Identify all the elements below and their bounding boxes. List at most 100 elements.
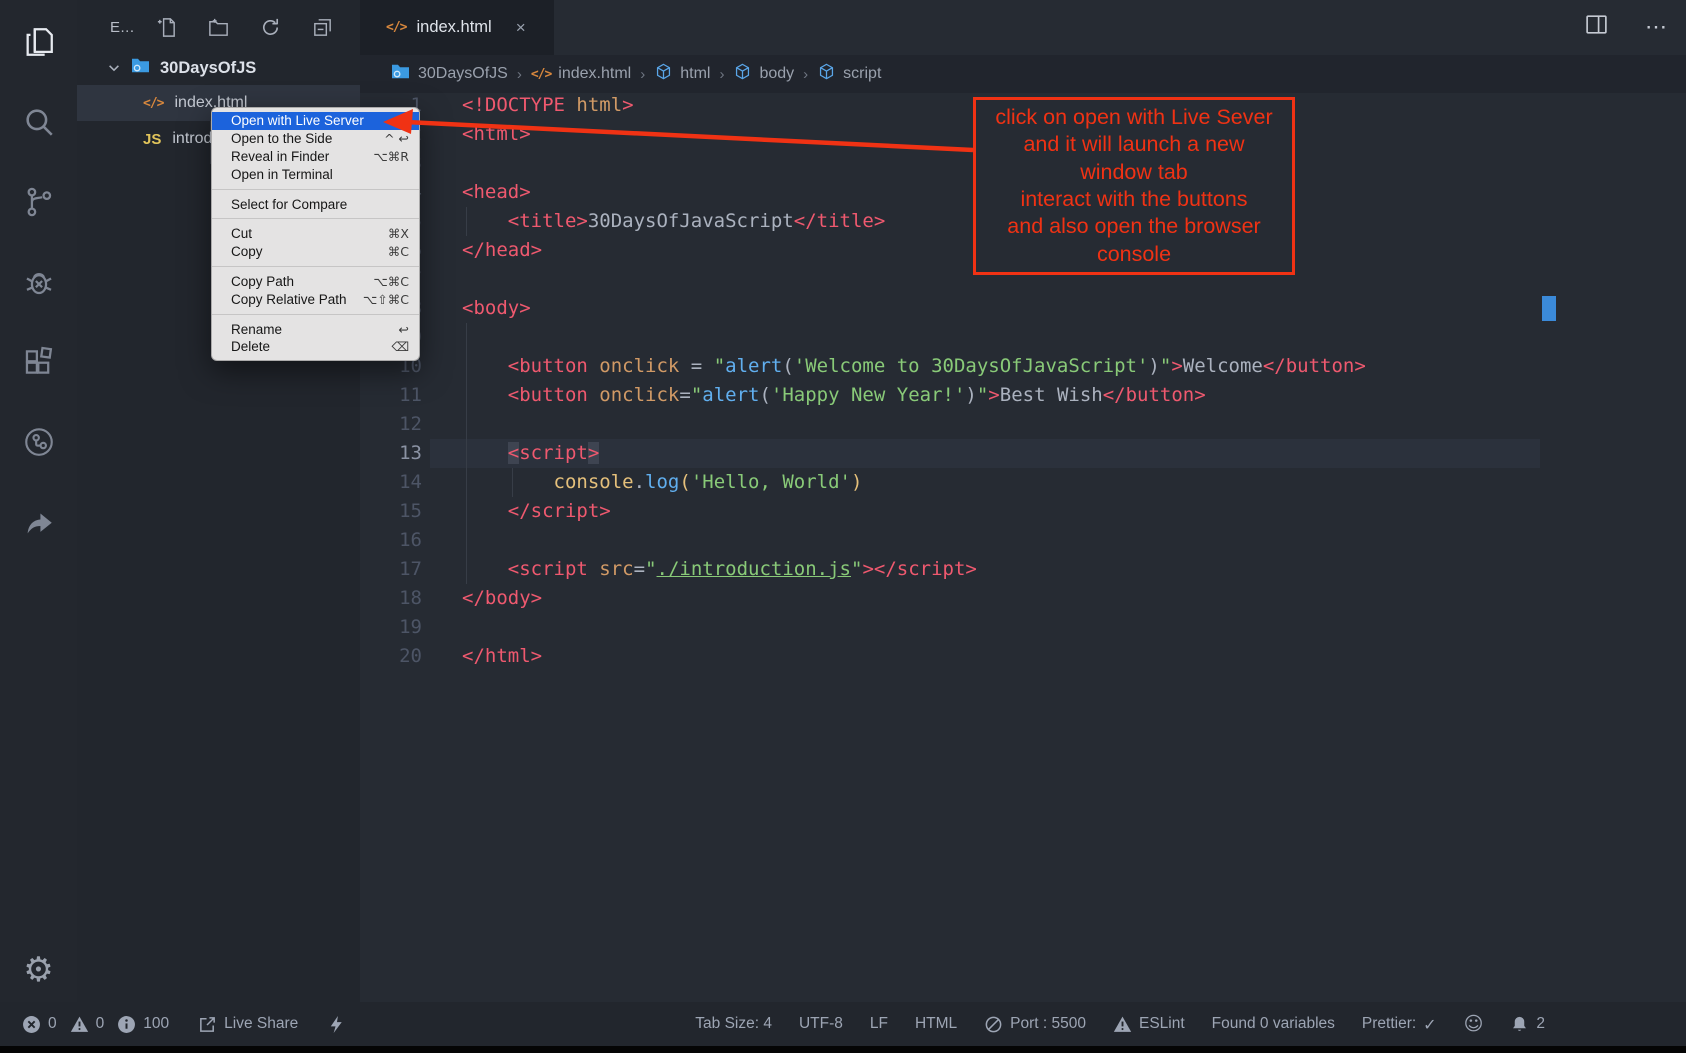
bell-icon bbox=[1510, 1015, 1529, 1034]
run-debug-icon[interactable] bbox=[0, 252, 77, 312]
status-live-share[interactable]: Live Share bbox=[198, 1015, 298, 1034]
tab-close-icon[interactable]: × bbox=[516, 18, 526, 38]
status-warnings-count[interactable]: 0 bbox=[70, 1015, 105, 1034]
status-info-count[interactable]: 100 bbox=[117, 1015, 169, 1034]
refresh-icon[interactable] bbox=[259, 16, 282, 39]
breadcrumb-file[interactable]: </> index.html bbox=[531, 65, 631, 83]
menu-item-open-with-live-server[interactable]: Open with Live Server bbox=[212, 112, 419, 130]
bolt-icon bbox=[327, 1015, 346, 1034]
status-label: 0 bbox=[48, 1015, 57, 1033]
breadcrumb: 30DaysOfJS › </> index.html › html › bod… bbox=[360, 55, 1686, 93]
line-number: 14 bbox=[360, 468, 422, 497]
line-number: 13 bbox=[360, 439, 422, 468]
status-notifications[interactable]: 2 bbox=[1510, 1015, 1545, 1034]
line-number: 15 bbox=[360, 497, 422, 526]
folder-icon bbox=[390, 63, 411, 85]
menu-item-open-in-terminal[interactable]: Open in Terminal bbox=[212, 165, 419, 183]
new-file-icon[interactable] bbox=[155, 16, 178, 39]
menu-item-delete[interactable]: Delete⌫ bbox=[212, 338, 419, 356]
code-line-9[interactable]: 9 bbox=[360, 323, 1686, 352]
menu-item-select-for-compare[interactable]: Select for Compare bbox=[212, 195, 419, 213]
menu-item-copy-relative-path[interactable]: Copy Relative Path⌥⇧⌘C bbox=[212, 290, 419, 308]
status-label: 100 bbox=[143, 1015, 169, 1033]
explorer-header: E... bbox=[77, 0, 360, 51]
code-line-16[interactable]: 16 bbox=[360, 526, 1686, 555]
warning-icon bbox=[70, 1015, 89, 1034]
tab-bar: </> index.html × ⋯ bbox=[360, 0, 1686, 55]
workspace-label: 30DaysOfJS bbox=[160, 59, 256, 78]
breadcrumb-folder[interactable]: 30DaysOfJS bbox=[390, 63, 508, 85]
code-line-17[interactable]: 17 <script src="./introduction.js"></scr… bbox=[360, 555, 1686, 584]
code-line-12[interactable]: 12 bbox=[360, 410, 1686, 439]
breadcrumb-separator: › bbox=[719, 66, 724, 83]
line-number: 11 bbox=[360, 381, 422, 410]
status-eol[interactable]: LF bbox=[870, 1015, 888, 1033]
code-line-18[interactable]: 18</body> bbox=[360, 584, 1686, 613]
smiley-icon: ☺ bbox=[1464, 1013, 1484, 1035]
status-label: HTML bbox=[915, 1015, 957, 1033]
indent-guide bbox=[466, 526, 467, 555]
status-errors-count[interactable]: 0 bbox=[22, 1015, 57, 1034]
line-content: <script src="./introduction.js"></script… bbox=[422, 555, 977, 584]
menu-item-open-to-the-side[interactable]: Open to the Side^ ↩ bbox=[212, 130, 419, 148]
menu-item-copy[interactable]: Copy ⌘C bbox=[212, 243, 419, 261]
symbol-cube-icon bbox=[817, 62, 836, 86]
code-line-10[interactable]: 10 <button onclick = "alert('Welcome to … bbox=[360, 352, 1686, 381]
status-live-server-port[interactable]: Port : 5500 bbox=[984, 1015, 1086, 1034]
explorer-icon[interactable] bbox=[0, 12, 77, 72]
status-prettier[interactable]: Prettier:✓ bbox=[1362, 1015, 1437, 1034]
line-content: console.log('Hello, World') bbox=[422, 468, 862, 497]
code-line-14[interactable]: 14 console.log('Hello, World') bbox=[360, 468, 1686, 497]
status-feedback-smiley[interactable]: ☺ bbox=[1464, 1013, 1484, 1035]
breadcrumb-symbol-body[interactable]: body bbox=[733, 62, 794, 86]
menu-item-rename[interactable]: Rename↩ bbox=[212, 320, 419, 338]
symbol-cube-icon bbox=[733, 62, 752, 86]
status-label: Live Share bbox=[224, 1015, 298, 1033]
collapse-all-icon[interactable] bbox=[311, 16, 334, 39]
tab-label: index.html bbox=[416, 18, 491, 37]
line-number: 12 bbox=[360, 410, 422, 439]
menu-item-copy-path[interactable]: Copy Path⌥⌘C bbox=[212, 273, 419, 291]
code-line-19[interactable]: 19 bbox=[360, 613, 1686, 642]
breadcrumb-symbol-script[interactable]: script bbox=[817, 62, 881, 86]
code-line-8[interactable]: 8<body> bbox=[360, 294, 1686, 323]
menu-item-reveal-in-finder[interactable]: Reveal in Finder⌥⌘R bbox=[212, 148, 419, 166]
live-share-icon[interactable] bbox=[0, 412, 77, 472]
menu-item-cut[interactable]: Cut⌘X bbox=[212, 225, 419, 243]
status-tab-size[interactable]: Tab Size: 4 bbox=[695, 1015, 772, 1033]
status-bolt[interactable] bbox=[327, 1015, 346, 1034]
split-editor-icon[interactable] bbox=[1584, 12, 1609, 42]
line-content: </head> bbox=[422, 236, 542, 265]
new-folder-icon[interactable] bbox=[207, 16, 230, 39]
status-bar: 00 100 Live Share Tab Size: 4 UTF-8 LF HTML Po… bbox=[0, 1002, 1686, 1046]
blocked-icon bbox=[984, 1015, 1003, 1034]
line-content: <html> bbox=[422, 120, 531, 149]
workspace-row-30daysofjs[interactable]: 30DaysOfJS bbox=[77, 51, 360, 85]
extensions-icon[interactable] bbox=[0, 332, 77, 392]
code-line-11[interactable]: 11 <button onclick="alert('Happy New Yea… bbox=[360, 381, 1686, 410]
code-line-20[interactable]: 20</html> bbox=[360, 642, 1686, 671]
breadcrumb-symbol-html[interactable]: html bbox=[654, 62, 710, 86]
search-icon[interactable] bbox=[0, 92, 77, 152]
status-encoding[interactable]: UTF-8 bbox=[799, 1015, 843, 1033]
code-line-15[interactable]: 15 </script> bbox=[360, 497, 1686, 526]
share-icon[interactable] bbox=[0, 492, 77, 552]
tab-index-html[interactable]: </> index.html × bbox=[360, 0, 554, 55]
settings-gear-icon[interactable]: ⚙ bbox=[0, 940, 77, 1000]
status-eslint[interactable]: ESLint bbox=[1113, 1015, 1185, 1034]
status-language-mode[interactable]: HTML bbox=[915, 1015, 957, 1033]
indent-guide bbox=[466, 410, 467, 439]
folder-icon bbox=[130, 57, 151, 79]
status-variables-found[interactable]: Found 0 variables bbox=[1212, 1015, 1335, 1033]
line-content bbox=[422, 149, 462, 178]
menu-item-shortcut: ⌘C bbox=[388, 244, 409, 259]
code-line-13[interactable]: 13 <script> bbox=[360, 439, 1686, 468]
status-label: 2 bbox=[1536, 1015, 1545, 1033]
menu-item-label: Copy bbox=[231, 244, 263, 259]
source-control-icon[interactable] bbox=[0, 172, 77, 232]
menu-item-label: Open to the Side bbox=[231, 131, 332, 146]
line-content bbox=[422, 410, 462, 439]
overview-ruler-marker[interactable] bbox=[1542, 296, 1556, 321]
more-actions-icon[interactable]: ⋯ bbox=[1645, 14, 1668, 40]
line-number: 18 bbox=[360, 584, 422, 613]
